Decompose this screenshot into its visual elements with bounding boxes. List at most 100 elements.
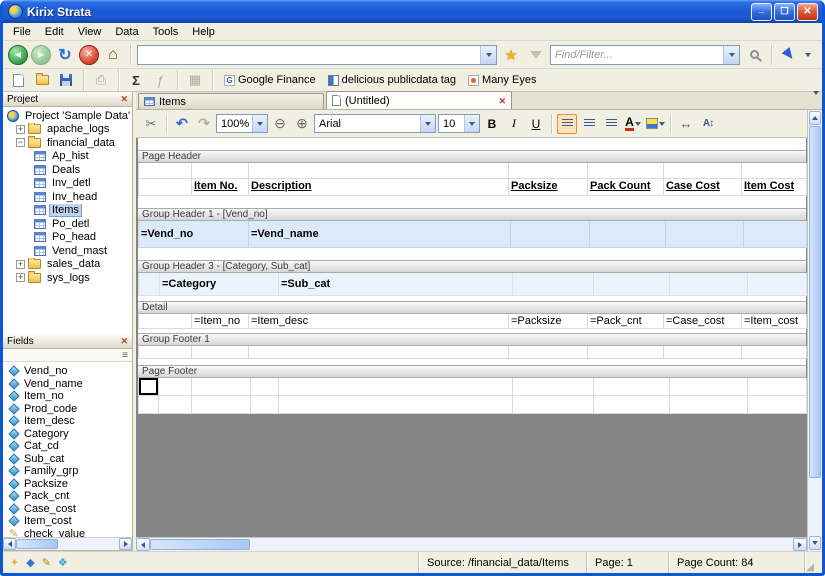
- band-label-detail[interactable]: Detail: [138, 301, 806, 314]
- zoom-select[interactable]: 100%: [216, 114, 268, 133]
- maximize-button[interactable]: [774, 2, 795, 21]
- home-button[interactable]: [102, 44, 124, 66]
- report-cell[interactable]: [513, 396, 594, 414]
- menu-help[interactable]: Help: [185, 24, 222, 40]
- tree-item-financial-data[interactable]: financial_data: [3, 136, 132, 150]
- scrollbar-track[interactable]: [250, 538, 793, 551]
- align-right-button[interactable]: [601, 114, 621, 134]
- field-item[interactable]: Sub_cat: [3, 453, 132, 466]
- menu-data[interactable]: Data: [108, 24, 145, 40]
- tree-item-ap-hist[interactable]: Ap_hist: [3, 150, 132, 164]
- report-cell[interactable]: [748, 378, 807, 396]
- formula-button[interactable]: [150, 71, 170, 90]
- tree-item-inv-detl[interactable]: Inv_detl: [3, 177, 132, 191]
- scrollbar-thumb[interactable]: [16, 539, 58, 549]
- report-cell[interactable]: [513, 378, 594, 396]
- report-cell[interactable]: [594, 273, 670, 296]
- redo-button[interactable]: [194, 114, 214, 134]
- scrollbar-thumb[interactable]: [809, 126, 821, 478]
- address-input[interactable]: [138, 48, 480, 61]
- report-cell[interactable]: [139, 179, 192, 196]
- report-cell[interactable]: [511, 221, 590, 248]
- menu-tools[interactable]: Tools: [146, 24, 186, 40]
- report-cell[interactable]: [139, 396, 159, 414]
- horizontal-scrollbar[interactable]: [136, 537, 807, 551]
- expand-icon[interactable]: [16, 259, 25, 269]
- table-view-button[interactable]: [185, 71, 205, 90]
- font-select[interactable]: Arial: [314, 114, 436, 133]
- report-cell[interactable]: =Pack_cnt: [588, 314, 664, 329]
- report-cell[interactable]: Case Cost: [664, 179, 742, 196]
- tree-item-project-root[interactable]: Project 'Sample Data': [3, 109, 132, 123]
- tree-item-items[interactable]: Items: [3, 203, 132, 217]
- zoom-out-button[interactable]: [270, 114, 290, 134]
- field-item[interactable]: Vend_no: [3, 365, 132, 378]
- band-label-group-header-3[interactable]: Group Header 3 - [Category, Sub_cat]: [138, 260, 806, 273]
- report-cell[interactable]: [139, 273, 160, 296]
- report-cell[interactable]: [509, 163, 588, 179]
- tab-close-icon[interactable]: [498, 95, 506, 107]
- report-cell[interactable]: [192, 163, 249, 179]
- sum-button[interactable]: [126, 71, 146, 90]
- report-cell[interactable]: [279, 378, 513, 396]
- scroll-down-button[interactable]: [809, 536, 821, 550]
- report-cell[interactable]: Packsize: [509, 179, 588, 196]
- report-cell[interactable]: [139, 314, 192, 329]
- band-label-group-header-1[interactable]: Group Header 1 - [Vend_no]: [138, 208, 806, 221]
- find-filter-input[interactable]: [551, 48, 723, 61]
- collapse-icon[interactable]: [16, 138, 25, 148]
- tab-untitled[interactable]: (Untitled): [326, 91, 512, 109]
- font-color-button[interactable]: A: [623, 114, 643, 134]
- refresh-button[interactable]: [54, 44, 76, 66]
- report-cell[interactable]: =Vend_no: [139, 221, 249, 248]
- field-item[interactable]: Item_no: [3, 390, 132, 403]
- report-cell[interactable]: =Packsize: [509, 314, 588, 329]
- search-button[interactable]: [743, 44, 765, 66]
- scroll-left-button[interactable]: [3, 538, 16, 550]
- report-cell[interactable]: =Item_desc: [249, 314, 509, 329]
- field-item[interactable]: Item_cost: [3, 515, 132, 528]
- report-cell[interactable]: [159, 396, 192, 414]
- fill-color-button[interactable]: [645, 114, 665, 134]
- report-cell[interactable]: [279, 396, 513, 414]
- vertical-scrollbar[interactable]: [807, 110, 822, 551]
- italic-button[interactable]: I: [504, 114, 524, 134]
- band-label-group-footer-1[interactable]: Group Footer 1: [138, 333, 806, 346]
- link-google-finance[interactable]: G Google Finance: [220, 74, 320, 86]
- tree-item-inv-head[interactable]: Inv_head: [3, 190, 132, 204]
- report-cell[interactable]: [139, 163, 192, 179]
- report-cell[interactable]: [664, 346, 742, 359]
- sort-button[interactable]: [698, 114, 718, 134]
- font-size-select[interactable]: 10: [438, 114, 480, 133]
- menu-view[interactable]: View: [71, 24, 109, 40]
- close-button[interactable]: [797, 2, 818, 21]
- fields-panel-close-icon[interactable]: [120, 336, 128, 347]
- link-delicious-publicdata[interactable]: delicious publicdata tag: [324, 74, 460, 86]
- report-cell[interactable]: [670, 273, 748, 296]
- report-cell[interactable]: [742, 346, 807, 359]
- menu-edit[interactable]: Edit: [38, 24, 71, 40]
- tree-item-vend-mast[interactable]: Vend_mast: [3, 244, 132, 258]
- menu-icon[interactable]: [122, 349, 128, 361]
- report-cell[interactable]: [742, 163, 807, 179]
- report-cell[interactable]: =Case_cost: [664, 314, 742, 329]
- report-cell[interactable]: =Sub_cat: [279, 273, 513, 296]
- scrollbar-thumb[interactable]: [150, 539, 250, 550]
- report-cell[interactable]: [192, 396, 251, 414]
- report-cell[interactable]: =Item_no: [192, 314, 249, 329]
- tree-item-sales-data[interactable]: sales_data: [3, 257, 132, 272]
- scroll-up-button[interactable]: [809, 111, 821, 125]
- report-cell[interactable]: [748, 273, 807, 296]
- zoom-in-button[interactable]: [292, 114, 312, 134]
- align-center-button[interactable]: [579, 114, 599, 134]
- report-cell[interactable]: [159, 378, 192, 396]
- report-cell[interactable]: =Item_cost: [742, 314, 807, 329]
- undo-button[interactable]: [172, 114, 192, 134]
- field-item[interactable]: Prod_code: [3, 403, 132, 416]
- report-cell[interactable]: [249, 163, 509, 179]
- field-item[interactable]: Case_cost: [3, 503, 132, 516]
- band-label-page-footer[interactable]: Page Footer: [138, 365, 806, 378]
- stop-button[interactable]: [79, 44, 99, 65]
- scrollbar-track[interactable]: [58, 538, 119, 550]
- field-item[interactable]: Category: [3, 428, 132, 441]
